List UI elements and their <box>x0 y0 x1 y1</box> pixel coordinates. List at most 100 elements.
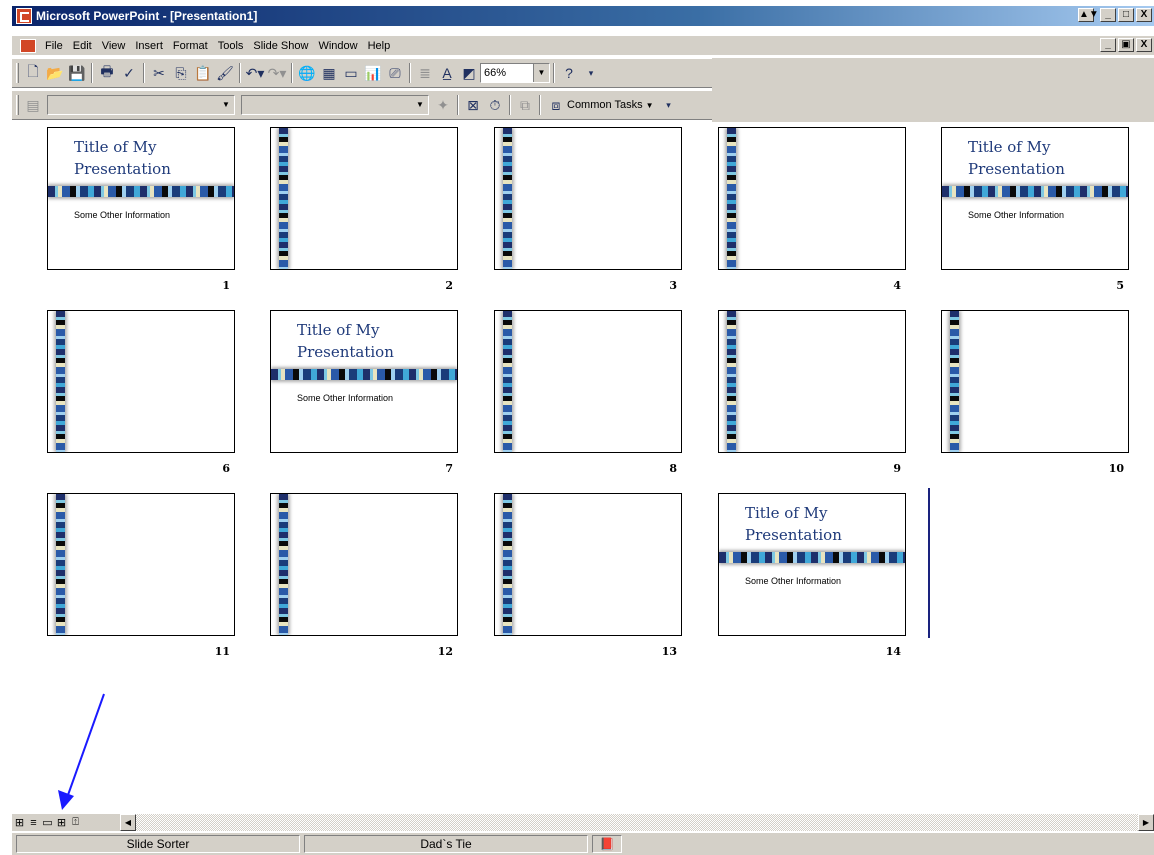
slide-thumbnail-5[interactable]: Title of My Presentation Some Other Info… <box>941 127 1129 270</box>
slide-sorter-pane[interactable]: Title of My Presentation Some Other Info… <box>12 122 1154 810</box>
slide-thumbnail-7[interactable]: Title of My Presentation Some Other Info… <box>270 310 458 453</box>
slide-title: Title of My Presentation <box>297 319 394 363</box>
common-tasks-button[interactable]: ⧈ Common Tasks ▼ <box>544 94 658 116</box>
animation-effects-icon[interactable]: ✦ <box>432 94 454 116</box>
restore-switch-button[interactable]: ▲▼ <box>1078 8 1099 22</box>
copy-icon[interactable]: ⎘ <box>170 62 192 84</box>
zoom-value: 66% <box>484 67 507 79</box>
design-strip <box>271 369 457 380</box>
menu-slide-show[interactable]: Slide Show <box>248 38 313 54</box>
standard-toolbar: 🗋 📂 💾 🖶 ✓ ✂ ⎘ 📋 🖌 ↶▾ ↷▾ 🌐 ▦ ▭ 📊 ⎚ ≣ A̲ ◩… <box>12 58 712 88</box>
toolbar-options-icon[interactable]: ▾ <box>580 62 602 84</box>
summary-slide-icon[interactable]: ⧉ <box>514 94 536 116</box>
slide-sorter-view-icon[interactable]: ⊞ <box>55 816 68 829</box>
slide-thumbnail-3[interactable] <box>494 127 682 270</box>
paste-icon[interactable]: 📋 <box>192 62 214 84</box>
scroll-right-icon[interactable]: ▶ <box>1138 814 1154 831</box>
cut-icon[interactable]: ✂ <box>148 62 170 84</box>
slide-number: 11 <box>214 645 230 658</box>
design-strip <box>503 128 512 269</box>
menu-format[interactable]: Format <box>168 38 213 54</box>
expand-icon[interactable]: ≣ <box>414 62 436 84</box>
insert-chart-icon[interactable]: 📊 <box>362 62 384 84</box>
slide-title-line: Presentation <box>745 526 842 544</box>
menu-file[interactable]: File <box>40 38 68 54</box>
chevron-down-icon[interactable]: ▼ <box>412 96 428 114</box>
new-icon[interactable]: 🗋 <box>22 62 44 84</box>
slide-title-line: Presentation <box>74 160 171 178</box>
grayscale-icon[interactable]: ◩ <box>458 62 480 84</box>
menu-help[interactable]: Help <box>363 38 396 54</box>
slide-title-line: Presentation <box>297 343 394 361</box>
menu-edit[interactable]: Edit <box>68 38 97 54</box>
design-strip <box>56 311 65 452</box>
slide-thumbnail-12[interactable] <box>270 493 458 636</box>
doc-minimize-button[interactable]: _ <box>1100 38 1116 52</box>
new-slide-icon[interactable]: ⎚ <box>384 62 406 84</box>
spelling-icon[interactable]: ✓ <box>118 62 140 84</box>
menu-tools[interactable]: Tools <box>213 38 249 54</box>
slide-thumbnail-6[interactable] <box>47 310 235 453</box>
doc-restore-button[interactable]: ▣ <box>1118 38 1134 52</box>
toolbar-options-icon[interactable]: ▾ <box>658 94 680 116</box>
redo-icon[interactable]: ↷▾ <box>266 62 288 84</box>
chevron-down-icon[interactable]: ▼ <box>218 96 234 114</box>
slide-number: 12 <box>437 645 453 658</box>
slide-thumbnail-11[interactable] <box>47 493 235 636</box>
insert-table-icon[interactable]: ▭ <box>340 62 362 84</box>
spell-check-status-icon[interactable]: 📕 <box>592 835 622 853</box>
save-icon[interactable]: 💾 <box>66 62 88 84</box>
hyperlink-icon[interactable]: 🌐 <box>296 62 318 84</box>
hide-slide-icon[interactable]: ⊠ <box>462 94 484 116</box>
rehearse-timings-icon[interactable]: ⏱ <box>484 94 506 116</box>
powerpoint-app-icon[interactable] <box>16 8 32 24</box>
slide-thumbnail-9[interactable] <box>718 310 906 453</box>
menu-window[interactable]: Window <box>313 38 362 54</box>
slide-thumbnail-14[interactable]: Title of My Presentation Some Other Info… <box>718 493 906 636</box>
close-button[interactable]: X <box>1136 8 1152 22</box>
slide-thumbnail-4[interactable] <box>718 127 906 270</box>
slide-number: 13 <box>661 645 677 658</box>
outline-view-icon[interactable]: ≡ <box>27 816 40 829</box>
normal-view-icon[interactable]: ⊞ <box>13 816 26 829</box>
toolbar-dock-empty <box>712 58 1154 122</box>
slide-title: Title of My Presentation <box>745 502 842 546</box>
minimize-button[interactable]: _ <box>1100 8 1116 22</box>
scroll-left-icon[interactable]: ◀ <box>120 814 136 831</box>
help-icon[interactable]: ? <box>558 62 580 84</box>
slide-thumbnail-2[interactable] <box>270 127 458 270</box>
transition-effect-combo[interactable]: ▼ <box>47 95 235 115</box>
slide-thumbnail-8[interactable] <box>494 310 682 453</box>
document-icon[interactable] <box>20 38 36 53</box>
design-strip <box>727 128 736 269</box>
separator <box>143 63 145 83</box>
design-strip <box>503 494 512 635</box>
status-view: Slide Sorter <box>16 835 300 853</box>
open-icon[interactable]: 📂 <box>44 62 66 84</box>
doc-close-button[interactable]: X <box>1136 38 1152 52</box>
slide-view-icon[interactable]: ▭ <box>41 816 54 829</box>
slide-thumbnail-10[interactable] <box>941 310 1129 453</box>
preset-animation-combo[interactable]: ▼ <box>241 95 429 115</box>
horizontal-scrollbar[interactable] <box>120 814 1154 831</box>
menu-view[interactable]: View <box>97 38 131 54</box>
comment-icon[interactable]: ▤ <box>22 94 44 116</box>
toolbar-grip[interactable] <box>16 63 19 83</box>
print-icon[interactable]: 🖶 <box>96 62 118 84</box>
chevron-down-icon[interactable]: ▼ <box>533 64 549 82</box>
menu-insert[interactable]: Insert <box>130 38 168 54</box>
maximize-button[interactable]: □ <box>1118 8 1134 22</box>
slide-show-icon[interactable]: ⍐ <box>69 816 82 829</box>
toolbar-grip[interactable] <box>16 95 19 115</box>
show-formatting-icon[interactable]: A̲ <box>436 62 458 84</box>
slide-thumbnail-1[interactable]: Title of My Presentation Some Other Info… <box>47 127 235 270</box>
format-painter-icon[interactable]: 🖌 <box>214 62 236 84</box>
design-strip <box>48 186 234 197</box>
zoom-combo[interactable]: 66% ▼ <box>480 63 550 83</box>
slide-number: 4 <box>893 279 901 292</box>
slide-thumbnail-13[interactable] <box>494 493 682 636</box>
status-design: Dad`s Tie <box>304 835 588 853</box>
undo-icon[interactable]: ↶▾ <box>244 62 266 84</box>
common-tasks-icon: ⧈ <box>551 96 561 113</box>
tables-borders-icon[interactable]: ▦ <box>318 62 340 84</box>
